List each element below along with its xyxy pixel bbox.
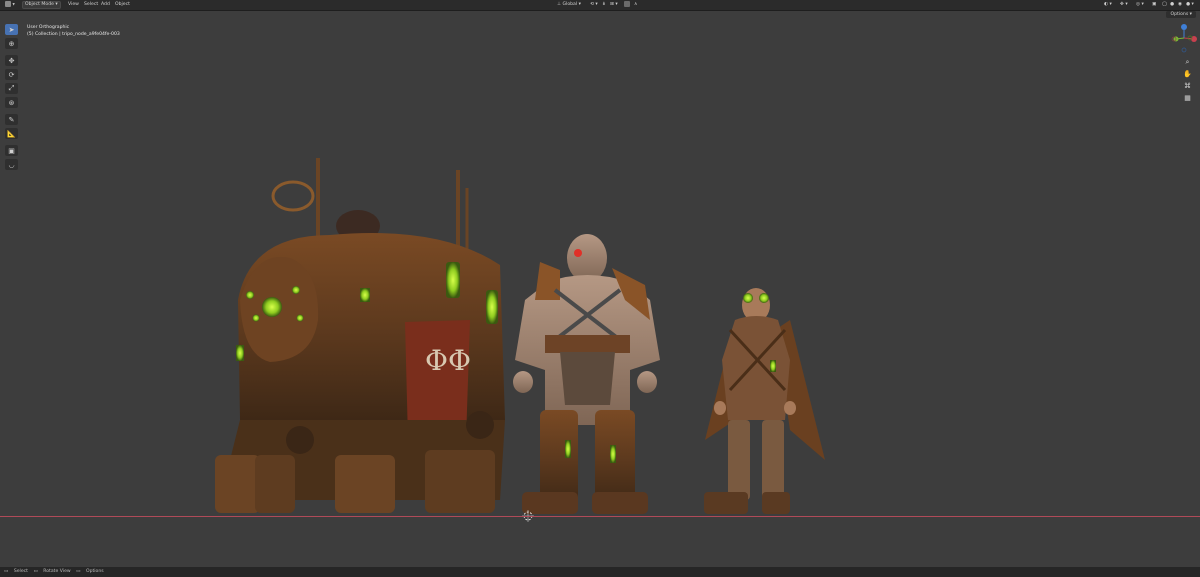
arc-icon: ◡ — [8, 160, 15, 169]
scene-models: ΦΦ — [215, 158, 825, 522]
viewport-info: User Orthographic (5) Collection | tripo… — [27, 24, 120, 38]
navigation-controls: ⌕ ✋ ⌘ ▦ — [1183, 58, 1193, 106]
cursor-tool[interactable]: ⊕ — [5, 38, 18, 49]
status-select: ▭ Select — [4, 569, 28, 574]
grid-projection-icon[interactable]: ▦ — [1183, 94, 1192, 103]
floor-x-axis-line — [0, 516, 1200, 517]
zoom-icon[interactable]: ⌕ — [1183, 58, 1192, 67]
status-bar: ▭ Select ▭ Rotate View ▭ Options — [0, 567, 1200, 577]
svg-text:ΦΦ: ΦΦ — [425, 344, 471, 377]
scale-tool[interactable]: ⤢ — [5, 83, 18, 94]
cursor-arrow-icon: ➤ — [8, 25, 15, 34]
mech-walker-model[interactable]: ΦΦ — [215, 158, 505, 513]
extra-tool[interactable]: ◡ — [5, 159, 18, 170]
select-box-tool[interactable]: ➤ — [5, 24, 18, 35]
tool-shelf: ➤ ⊕ ✥ ⟳ ⤢ ⊛ ✎ 📐 ▣ ◡ — [5, 24, 21, 173]
neg-z-axis-icon[interactable] — [1181, 47, 1187, 53]
crosshair-icon: ⊕ — [8, 39, 15, 48]
orc-brute-model[interactable] — [513, 234, 660, 514]
view-name: User Orthographic — [27, 25, 70, 30]
move-tool[interactable]: ✥ — [5, 55, 18, 66]
collection-info: (5) Collection | tripo_node_a9fe04fe-003 — [27, 32, 120, 37]
move-icon: ✥ — [8, 56, 15, 65]
pan-hand-icon[interactable]: ✋ — [1183, 70, 1192, 79]
rotate-tool[interactable]: ⟳ — [5, 69, 18, 80]
add-cube-tool[interactable]: ▣ — [5, 145, 18, 156]
camera-view-icon[interactable]: ⌘ — [1183, 82, 1192, 91]
annotate-tool[interactable]: ✎ — [5, 114, 18, 125]
measure-tool[interactable]: 📐 — [5, 128, 18, 139]
scale-icon: ⤢ — [8, 84, 15, 92]
rotate-icon: ⟳ — [8, 70, 15, 79]
transform-icon: ⊛ — [8, 98, 15, 107]
pencil-icon: ✎ — [8, 115, 15, 124]
cube-icon: ▣ — [8, 146, 15, 155]
ruler-icon: 📐 — [7, 129, 16, 138]
transform-tool[interactable]: ⊛ — [5, 97, 18, 108]
status-rotate-view: ▭ Rotate View — [33, 569, 71, 574]
navigation-gizmo[interactable] — [1170, 22, 1198, 54]
z-axis-icon[interactable] — [1181, 24, 1187, 30]
goblin-scout-model[interactable] — [704, 288, 825, 514]
status-options: ▭ Options — [76, 569, 104, 574]
